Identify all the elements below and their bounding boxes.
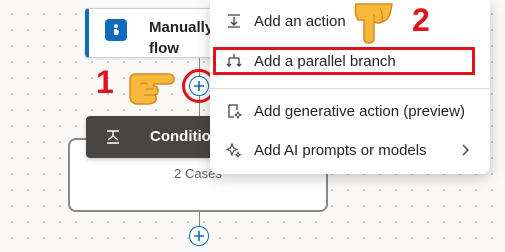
manual-trigger-icon <box>105 19 127 41</box>
annotation-highlight-box <box>213 47 475 75</box>
pointing-hand-icon <box>129 73 175 105</box>
menu-item-add-generative-action[interactable]: Add generative action (preview) <box>210 96 490 126</box>
annotation-step-2: 2 <box>412 2 430 38</box>
generative-action-icon <box>228 104 242 119</box>
menu-item-label: Add AI prompts or models <box>254 141 427 159</box>
add-step-button-bottom[interactable] <box>189 226 209 246</box>
condition-icon <box>104 128 122 151</box>
menu-item-label: Add an action <box>254 12 346 30</box>
ai-sparkle-icon <box>226 142 242 158</box>
plus-icon <box>194 231 204 241</box>
annotation-step-1: 1 <box>96 64 114 100</box>
pointing-down-hand-icon <box>354 3 393 44</box>
menu-item-label: Add generative action (preview) <box>254 102 465 120</box>
menu-item-add-ai-prompts[interactable]: Add AI prompts or models <box>210 135 490 165</box>
connector-line-bottom <box>199 212 200 226</box>
chevron-right-icon <box>462 144 469 156</box>
add-action-icon <box>228 14 240 28</box>
menu-divider <box>210 88 490 89</box>
